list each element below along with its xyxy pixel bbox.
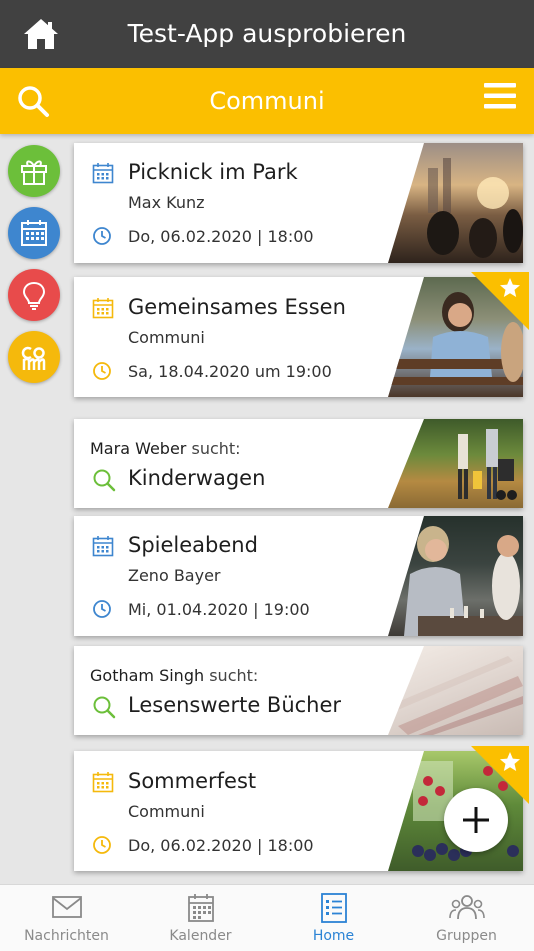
- search-author-line: Gotham Singh sucht:: [90, 666, 258, 685]
- communi-logo-icon: [21, 346, 46, 370]
- add-button[interactable]: [444, 788, 508, 852]
- tab-label: Nachrichten: [24, 928, 109, 944]
- search-title: Kinderwagen: [128, 466, 266, 490]
- communi-shortcut-button[interactable]: [8, 331, 60, 383]
- search-author-line: Mara Weber sucht:: [90, 439, 241, 458]
- event-image-picnic: [388, 143, 523, 263]
- tab-home[interactable]: Home: [267, 885, 400, 951]
- community-bar: Communi: [0, 68, 534, 134]
- calendar-icon: [21, 220, 47, 246]
- app-title: Test-App ausprobieren: [127, 19, 407, 48]
- idea-shortcut-button[interactable]: [8, 269, 60, 321]
- gift-icon: [21, 160, 47, 185]
- event-organizer: Communi: [128, 328, 205, 347]
- search-icon: [93, 469, 116, 492]
- tab-label: Home: [312, 928, 355, 944]
- search-author: Gotham Singh: [90, 666, 205, 685]
- calendar-icon: [187, 894, 214, 922]
- calendar-icon: [92, 163, 114, 184]
- community-title: Communi: [209, 87, 325, 115]
- event-title: Gemeinsames Essen: [128, 295, 346, 319]
- clock-icon: [93, 836, 111, 854]
- event-image-games: [388, 516, 523, 636]
- event-title: Sommerfest: [128, 769, 257, 793]
- event-card[interactable]: Spieleabend Zeno Bayer Mi, 01.04.2020 | …: [74, 516, 523, 636]
- clock-icon: [93, 600, 111, 618]
- calendar-icon: [92, 298, 114, 319]
- menu-button[interactable]: [484, 82, 516, 110]
- clock-icon: [93, 362, 111, 380]
- tab-label: Gruppen: [436, 928, 497, 944]
- event-organizer: Communi: [128, 802, 205, 821]
- envelope-icon: [51, 896, 82, 918]
- event-datetime: Mi, 01.04.2020 | 19:00: [128, 600, 310, 619]
- search-card[interactable]: Mara Weber sucht: Kinderwagen: [74, 419, 523, 508]
- hamburger-icon: [484, 83, 516, 109]
- search-verb: sucht:: [209, 666, 259, 685]
- search-image-books: [388, 646, 523, 735]
- event-card[interactable]: Picknick im Park Max Kunz Do, 06.02.2020…: [74, 143, 523, 263]
- tab-label: Kalender: [169, 928, 232, 944]
- search-icon: [93, 696, 116, 719]
- tab-gruppen[interactable]: Gruppen: [400, 885, 533, 951]
- search-verb: sucht:: [191, 439, 241, 458]
- plus-icon: [463, 807, 489, 833]
- event-title: Spieleabend: [128, 533, 258, 557]
- event-datetime: Do, 06.02.2020 | 18:00: [128, 836, 314, 855]
- gift-shortcut-button[interactable]: [8, 145, 60, 197]
- event-organizer: Zeno Bayer: [128, 566, 221, 585]
- event-datetime: Do, 06.02.2020 | 18:00: [128, 227, 314, 246]
- bottom-tab-bar: Nachrichten Kalender Home Gruppen: [0, 884, 534, 951]
- star-icon: [500, 752, 520, 771]
- search-card[interactable]: Gotham Singh sucht: Lesenswerte Bücher: [74, 646, 523, 735]
- search-author: Mara Weber: [90, 439, 187, 458]
- tab-kalender[interactable]: Kalender: [134, 885, 267, 951]
- calendar-shortcut-button[interactable]: [8, 207, 60, 259]
- calendar-icon: [92, 536, 114, 557]
- search-title: Lesenswerte Bücher: [128, 693, 342, 717]
- clock-icon: [93, 227, 111, 245]
- list-icon: [320, 893, 347, 923]
- app-header: Test-App ausprobieren: [0, 0, 534, 68]
- event-organizer: Max Kunz: [128, 193, 205, 212]
- group-icon: [448, 895, 485, 920]
- search-image-stroller: [388, 419, 523, 508]
- lightbulb-icon: [22, 281, 46, 310]
- event-datetime: Sa, 18.04.2020 um 19:00: [128, 362, 332, 381]
- event-title: Picknick im Park: [128, 160, 298, 184]
- calendar-icon: [92, 772, 114, 793]
- tab-nachrichten[interactable]: Nachrichten: [0, 885, 133, 951]
- event-card[interactable]: Gemeinsames Essen Communi Sa, 18.04.2020…: [74, 272, 529, 397]
- star-icon: [500, 278, 520, 297]
